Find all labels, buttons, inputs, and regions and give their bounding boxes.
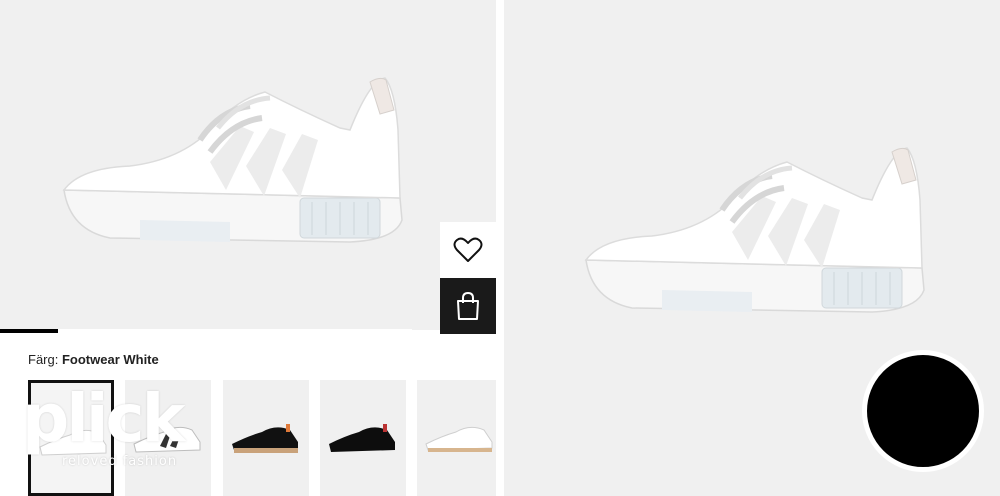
variant-thumbnail-black-gum[interactable] [223,380,309,496]
product-page-panel: Färg: Footwear White plick reloved fashi… [0,0,496,496]
screenshot-root: Färg: Footwear White plick reloved fashi… [0,0,1000,496]
gallery-progress-fill [0,329,58,333]
plick-watermark-logo: plick reloved fashion [22,380,202,478]
shopping-bag-icon [457,291,479,320]
color-selector-label: Färg: Footwear White [28,352,159,367]
watermark-word: plick [22,380,186,457]
sneaker-thumbnail-image [329,424,395,452]
variant-thumbnail-black[interactable] [320,380,406,496]
sneaker-large-image [584,147,925,313]
favorite-button[interactable] [440,222,496,278]
color-label: Färg: [28,352,59,367]
gallery-progress-track [0,329,412,333]
watermark-tagline: reloved fashion [62,454,178,469]
color-value: Footwear White [61,352,159,367]
sneaker-thumbnail-image [425,426,493,452]
sneaker-image [62,77,403,243]
product-hero-image[interactable] [0,0,496,330]
sneaker-thumbnail-image [232,424,298,453]
add-to-bag-button[interactable] [440,278,496,334]
black-circle-overlay [862,350,984,472]
heart-icon [453,237,483,262]
large-product-photo-panel [504,0,1000,496]
variant-thumbnail-white-gum[interactable] [417,380,496,496]
